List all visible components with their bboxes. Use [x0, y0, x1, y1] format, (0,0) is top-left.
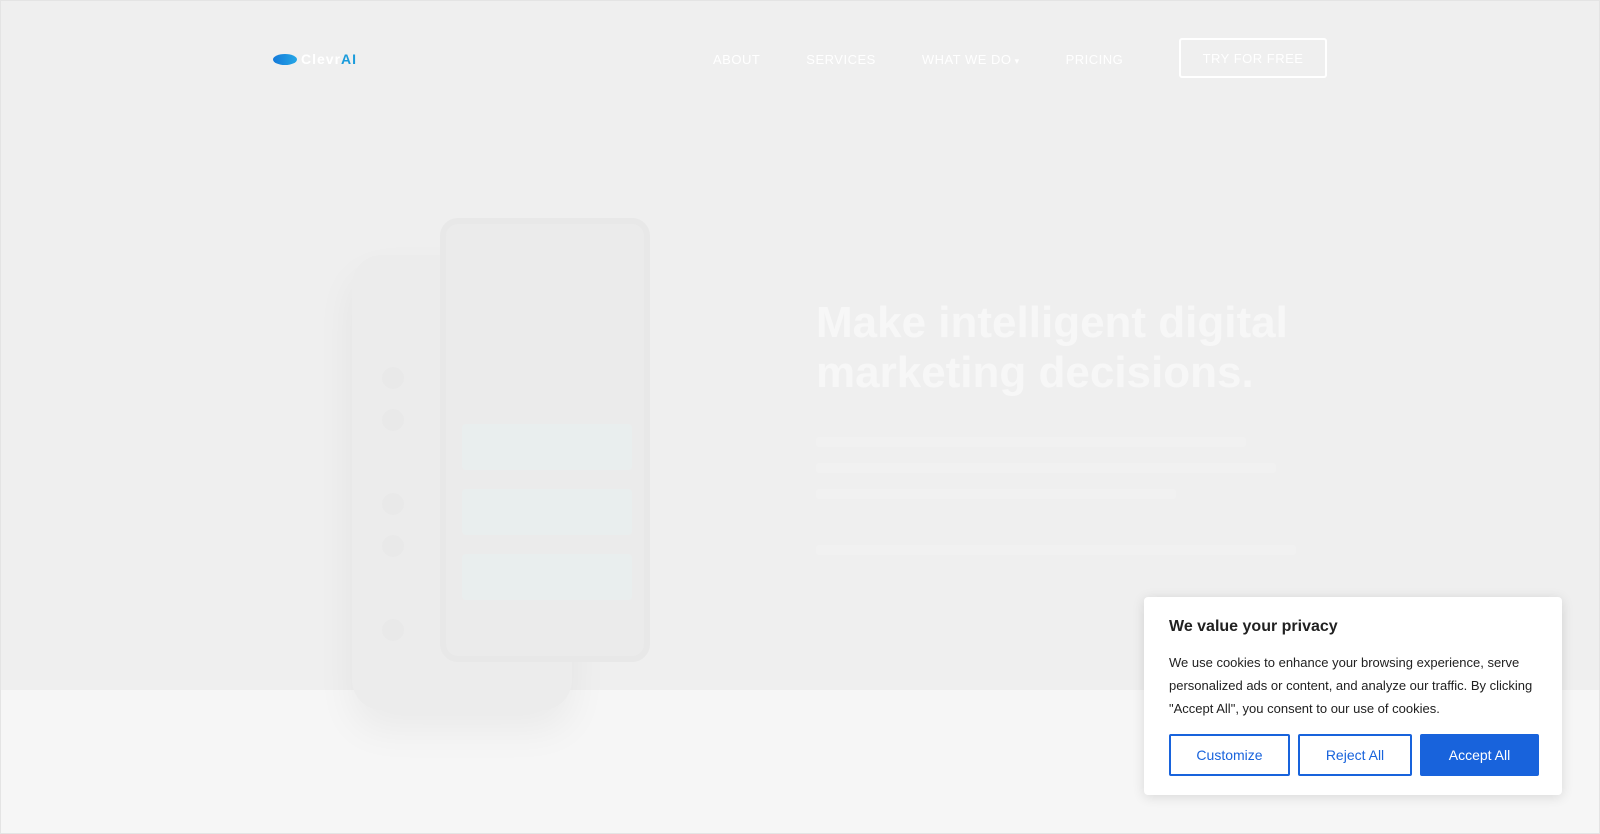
reject-all-button[interactable]: Reject All [1298, 734, 1412, 776]
cookie-banner-title: We value your privacy [1169, 618, 1338, 635]
cookie-banner-text: We use cookies to enhance your browsing … [1169, 655, 1533, 716]
customize-button[interactable]: Customize [1169, 734, 1290, 776]
cookie-banner-actions: Customize Reject All Accept All [1169, 734, 1539, 776]
accept-all-button[interactable]: Accept All [1420, 734, 1539, 776]
cookie-consent-banner: We value your privacy We use cookies to … [1144, 597, 1562, 795]
